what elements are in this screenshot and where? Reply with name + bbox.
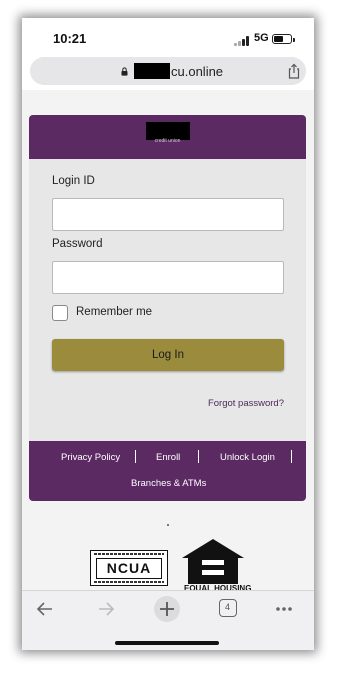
status-bar: 10:21 5G: [22, 18, 314, 56]
signal-icon: [234, 36, 250, 46]
remember-me-checkbox[interactable]: [52, 305, 68, 321]
enroll-link[interactable]: Enroll: [156, 452, 180, 463]
login-card: credit union Login ID Password Remember …: [29, 115, 306, 501]
login-id-label: Login ID: [52, 175, 95, 187]
privacy-policy-link[interactable]: Privacy Policy: [61, 452, 120, 463]
footer-divider: [198, 450, 199, 463]
ncua-logo: NCUA: [90, 550, 168, 586]
home-indicator: [115, 641, 219, 645]
tabs-icon[interactable]: 4: [219, 599, 237, 617]
more-icon[interactable]: [274, 599, 294, 619]
redacted-url-part: [134, 63, 170, 79]
forward-icon[interactable]: [96, 599, 116, 619]
network-label: 5G: [254, 32, 269, 44]
card-header: credit union: [29, 115, 306, 159]
footer-divider: [291, 450, 292, 463]
battery-icon: [272, 34, 295, 44]
phone-screen: 10:21 5G cu.online credit union Login ID: [22, 18, 314, 650]
url-text: cu.online: [171, 64, 224, 79]
ncua-text: NCUA: [96, 558, 162, 579]
remember-me-label[interactable]: Remember me: [76, 306, 152, 318]
login-id-input[interactable]: [52, 198, 284, 231]
footer-divider: [135, 450, 136, 463]
forgot-password-link[interactable]: Forgot password?: [169, 398, 284, 409]
lock-icon: [121, 67, 128, 76]
address-bar[interactable]: cu.online: [30, 57, 306, 85]
status-time: 10:21: [53, 31, 87, 46]
card-footer: Privacy Policy Enroll Unlock Login Branc…: [29, 441, 306, 501]
logo-subtitle: credit union: [154, 138, 181, 144]
separator-dot: [167, 524, 169, 526]
login-button[interactable]: Log In: [52, 339, 284, 371]
unlock-login-link[interactable]: Unlock Login: [220, 452, 275, 463]
tab-count: 4: [224, 602, 230, 612]
new-tab-icon[interactable]: [153, 595, 181, 623]
browser-toolbar: 4: [22, 590, 314, 650]
share-icon[interactable]: [287, 63, 301, 79]
back-icon[interactable]: [35, 599, 55, 619]
password-input[interactable]: [52, 261, 284, 294]
password-label: Password: [52, 238, 103, 250]
branches-atms-link[interactable]: Branches & ATMs: [131, 478, 206, 489]
